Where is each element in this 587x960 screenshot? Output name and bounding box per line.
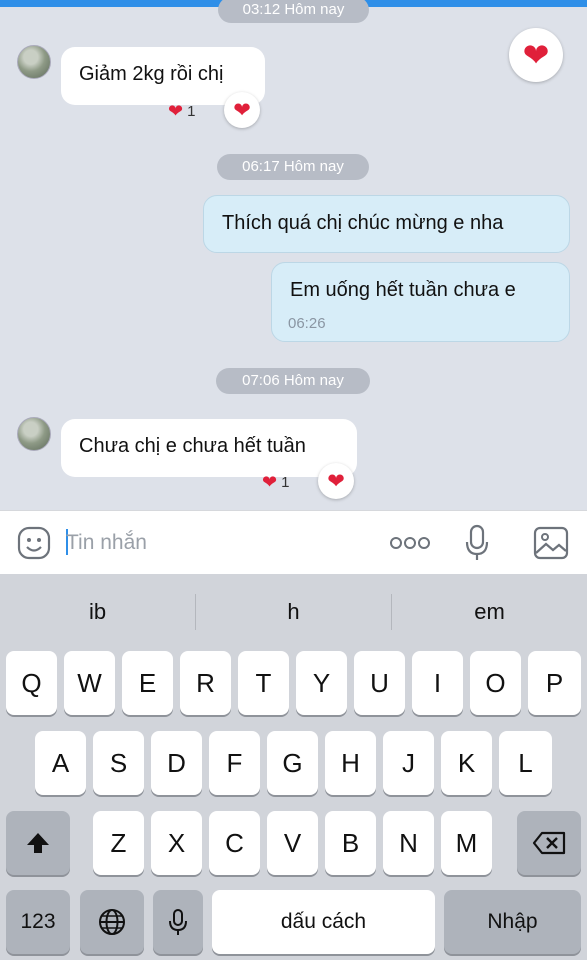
message-text: Thích quá chị chúc mừng e nha <box>222 212 504 234</box>
globe-icon <box>99 909 125 935</box>
suggestion-item[interactable]: ib <box>0 574 195 650</box>
avatar[interactable] <box>17 417 51 451</box>
time-divider: 07:06 Hôm nay <box>216 368 370 394</box>
globe-key[interactable] <box>80 890 144 954</box>
message-input-bar: Tin nhắn <box>0 510 587 574</box>
avatar[interactable] <box>17 45 51 79</box>
key-g[interactable]: G <box>267 731 318 795</box>
key-k[interactable]: K <box>441 731 492 795</box>
message-text: Em uống hết tuần chưa e <box>290 279 516 301</box>
key-j[interactable]: J <box>383 731 434 795</box>
key-o[interactable]: O <box>470 651 521 715</box>
microphone-icon <box>169 909 187 935</box>
key-b[interactable]: B <box>325 811 376 875</box>
reaction-count-value: 1 <box>187 102 196 120</box>
reaction-count-value: 1 <box>281 473 290 491</box>
key-q[interactable]: Q <box>6 651 57 715</box>
key-e[interactable]: E <box>122 651 173 715</box>
backspace-icon <box>532 831 566 855</box>
heart-reaction-button[interactable]: ❤ <box>318 463 354 499</box>
message-bubble-incoming[interactable]: Chưa chị e chưa hết tuần <box>61 419 357 477</box>
message-bubble-outgoing[interactable]: Em uống hết tuần chưa e 06:26 <box>271 262 570 342</box>
key-r[interactable]: R <box>180 651 231 715</box>
key-n[interactable]: N <box>383 811 434 875</box>
heart-icon: ❤ <box>233 98 251 122</box>
heart-reaction-button[interactable]: ❤ <box>509 28 563 82</box>
message-input[interactable]: Tin nhắn <box>66 531 147 555</box>
message-text: Chưa chị e chưa hết tuần <box>79 435 306 457</box>
shift-icon <box>27 833 49 853</box>
message-bubble-outgoing[interactable]: Thích quá chị chúc mừng e nha <box>203 195 570 253</box>
key-u[interactable]: U <box>354 651 405 715</box>
heart-reaction-button[interactable]: ❤ <box>224 92 260 128</box>
image-icon[interactable] <box>532 525 570 561</box>
microphone-icon[interactable] <box>462 523 492 563</box>
key-t[interactable]: T <box>238 651 289 715</box>
key-x[interactable]: X <box>151 811 202 875</box>
space-key[interactable]: dấu cách <box>212 890 435 954</box>
key-z[interactable]: Z <box>93 811 144 875</box>
key-w[interactable]: W <box>64 651 115 715</box>
key-c[interactable]: C <box>209 811 260 875</box>
key-m[interactable]: M <box>441 811 492 875</box>
key-v[interactable]: V <box>267 811 318 875</box>
key-a[interactable]: A <box>35 731 86 795</box>
numbers-key[interactable]: 123 <box>6 890 70 954</box>
suggestion-item[interactable]: h <box>196 574 391 650</box>
shift-key[interactable] <box>6 811 70 875</box>
heart-icon: ❤ <box>262 472 278 492</box>
backspace-key[interactable] <box>517 811 581 875</box>
sticker-icon[interactable] <box>16 525 52 561</box>
key-f[interactable]: F <box>209 731 260 795</box>
reaction-count[interactable]: ❤ 1 <box>262 469 289 495</box>
time-divider: 06:17 Hôm nay <box>217 154 369 180</box>
heart-icon: ❤ <box>327 469 345 493</box>
reaction-count[interactable]: ❤ 1 <box>168 98 195 124</box>
heart-icon: ❤ <box>522 37 550 73</box>
heart-icon: ❤ <box>168 101 184 121</box>
key-h[interactable]: H <box>325 731 376 795</box>
return-key[interactable]: Nhập <box>444 890 581 954</box>
time-divider: 03:12 Hôm nay <box>218 0 369 23</box>
key-d[interactable]: D <box>151 731 202 795</box>
key-i[interactable]: I <box>412 651 463 715</box>
keyboard: ib h em Q W E R T Y U I O P A S D F G H … <box>0 574 587 960</box>
message-text: Giảm 2kg rồi chị <box>79 63 224 85</box>
chat-area[interactable]: 03:12 Hôm nay ❤ Giảm 2kg rồi chị ❤ 1 ❤ 0… <box>0 0 587 510</box>
key-y[interactable]: Y <box>296 651 347 715</box>
key-l[interactable]: L <box>499 731 552 795</box>
suggestion-item[interactable]: em <box>392 574 587 650</box>
key-p[interactable]: P <box>528 651 581 715</box>
key-s[interactable]: S <box>93 731 144 795</box>
more-dots-icon[interactable] <box>388 535 432 551</box>
dictation-key[interactable] <box>153 890 203 954</box>
message-timestamp: 06:26 <box>288 315 326 332</box>
